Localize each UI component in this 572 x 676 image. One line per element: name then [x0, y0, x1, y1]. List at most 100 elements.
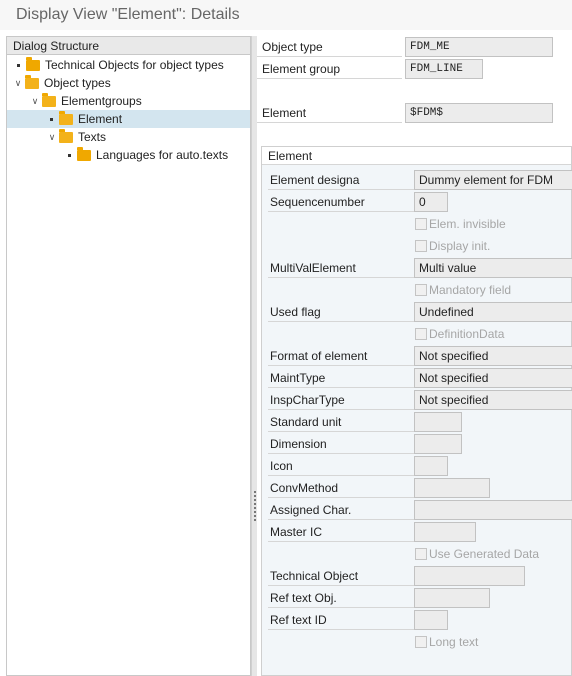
- bullet-icon: [68, 153, 71, 157]
- dimension-field[interactable]: [414, 434, 462, 454]
- multivalelement-dropdown[interactable]: Multi value: [414, 258, 572, 278]
- element-group-field[interactable]: FDM_LINE: [405, 59, 483, 79]
- folder-open-icon: [59, 128, 73, 143]
- mandatory-field-label: Mandatory field: [429, 283, 512, 297]
- ref-text-obj-row: Ref text Obj.: [262, 587, 572, 608]
- ref-text-id-label: Ref text ID: [268, 609, 414, 630]
- display-init-checkbox[interactable]: Display init.: [415, 239, 490, 253]
- mandatory-field-row: Mandatory field: [262, 279, 572, 300]
- element-field[interactable]: $FDM$: [405, 103, 553, 123]
- assigned-char-row: Assigned Char.: [262, 499, 572, 520]
- master-ic-row: Master IC: [262, 521, 572, 542]
- use-generated-data-checkbox[interactable]: Use Generated Data: [415, 547, 539, 561]
- chevron-down-icon[interactable]: ∨: [13, 78, 23, 89]
- technical-object-field[interactable]: [414, 566, 525, 586]
- use-generated-data-row: Use Generated Data: [262, 543, 572, 564]
- ref-text-obj-field[interactable]: [414, 588, 490, 608]
- use-generated-data-label: Use Generated Data: [429, 547, 540, 561]
- chevron-down-icon[interactable]: ∨: [47, 132, 57, 143]
- elem-invisible-checkbox[interactable]: Elem. invisible: [415, 217, 506, 231]
- format-of-element-dropdown[interactable]: Not specified: [414, 346, 572, 366]
- definitiondata-checkbox[interactable]: DefinitionData: [415, 327, 504, 341]
- format-of-element-label: Format of element: [268, 345, 414, 366]
- used-flag-row: Used flag Undefined: [262, 301, 572, 322]
- technical-object-row: Technical Object: [262, 565, 572, 586]
- checkbox-icon[interactable]: [415, 328, 427, 340]
- definitiondata-row: DefinitionData: [262, 323, 572, 344]
- assigned-char-field[interactable]: [414, 500, 572, 520]
- checkbox-icon[interactable]: [415, 240, 427, 252]
- definitiondata-label: DefinitionData: [429, 327, 505, 341]
- master-ic-field[interactable]: [414, 522, 476, 542]
- checkbox-icon[interactable]: [415, 284, 427, 296]
- element-group-row: Element group FDM_LINE: [257, 59, 572, 79]
- window-title: Display View "Element": Details: [16, 6, 240, 23]
- tree-item-label: Technical Objects for object types: [45, 58, 224, 72]
- inspchartype-row: InspCharType Not specified: [262, 389, 572, 410]
- dimension-label: Dimension: [268, 433, 414, 454]
- mainttype-dropdown[interactable]: Not specified: [414, 368, 572, 388]
- tree-item-object-types[interactable]: ∨ Object types: [7, 74, 250, 92]
- tree-item-languages[interactable]: Languages for auto.texts: [7, 146, 250, 164]
- element-designa-field[interactable]: Dummy element for FDM: [414, 170, 572, 190]
- dialog-structure-panel: Dialog Structure Technical Objects for o…: [6, 36, 251, 676]
- bullet-icon: [17, 63, 20, 67]
- used-flag-label: Used flag: [268, 301, 414, 322]
- tree-item-element[interactable]: Element: [7, 110, 250, 128]
- element-label: Element: [257, 103, 402, 123]
- icon-row: Icon: [262, 455, 572, 476]
- bullet-icon: [50, 117, 53, 121]
- mainttype-label: MaintType: [268, 367, 414, 388]
- dialog-structure-header: Dialog Structure: [7, 37, 250, 55]
- chevron-down-icon[interactable]: ∨: [30, 96, 40, 107]
- icon-field[interactable]: [414, 456, 448, 476]
- splitter-grip-icon[interactable]: [254, 491, 256, 523]
- inspchartype-label: InspCharType: [268, 389, 414, 410]
- long-text-checkbox[interactable]: Long text: [415, 635, 478, 649]
- elem-invisible-label: Elem. invisible: [429, 217, 506, 231]
- master-ic-label: Master IC: [268, 521, 414, 542]
- details-area: Object type FDM_ME Element group FDM_LIN…: [257, 36, 572, 676]
- tree-item-label: Element: [78, 112, 123, 126]
- inspchartype-dropdown[interactable]: Not specified: [414, 390, 572, 410]
- sequencenumber-field[interactable]: 0: [414, 192, 448, 212]
- folder-open-icon: [42, 92, 56, 107]
- element-designa-row: Element designa Dummy element for FDM: [262, 169, 572, 190]
- tree-item-elementgroups[interactable]: ∨ Elementgroups: [7, 92, 250, 110]
- element-row: Element $FDM$: [257, 103, 572, 123]
- folder-open-icon: [59, 110, 73, 125]
- group-title: Element: [262, 147, 571, 165]
- checkbox-icon[interactable]: [415, 636, 427, 648]
- dimension-row: Dimension: [262, 433, 572, 454]
- object-type-label: Object type: [257, 37, 402, 57]
- folder-icon: [77, 146, 91, 161]
- convmethod-row: ConvMethod: [262, 477, 572, 498]
- convmethod-label: ConvMethod: [268, 477, 414, 498]
- object-type-row: Object type FDM_ME: [257, 37, 572, 57]
- tree-item-label: Texts: [78, 130, 107, 144]
- icon-label: Icon: [268, 455, 414, 476]
- mandatory-field-checkbox[interactable]: Mandatory field: [415, 283, 511, 297]
- convmethod-field[interactable]: [414, 478, 490, 498]
- tree-item-technical-objects[interactable]: Technical Objects for object types: [7, 56, 250, 74]
- element-designa-label: Element designa: [268, 169, 414, 190]
- checkbox-icon[interactable]: [415, 548, 427, 560]
- ref-text-id-row: Ref text ID: [262, 609, 572, 630]
- sequencenumber-row: Sequencenumber 0: [262, 191, 572, 212]
- object-type-field[interactable]: FDM_ME: [405, 37, 553, 57]
- folder-open-icon: [25, 74, 39, 89]
- technical-object-label: Technical Object: [268, 565, 414, 586]
- tree-item-label: Elementgroups: [61, 94, 142, 108]
- tree-item-label: Languages for auto.texts: [96, 148, 229, 162]
- display-init-label: Display init.: [429, 239, 491, 253]
- format-of-element-row: Format of element Not specified: [262, 345, 572, 366]
- folder-icon: [26, 56, 40, 71]
- sequencenumber-label: Sequencenumber: [268, 191, 414, 212]
- used-flag-dropdown[interactable]: Undefined: [414, 302, 572, 322]
- ref-text-id-field[interactable]: [414, 610, 448, 630]
- ref-text-obj-label: Ref text Obj.: [268, 587, 414, 608]
- tree-item-texts[interactable]: ∨ Texts: [7, 128, 250, 146]
- element-group-label: Element group: [257, 59, 402, 79]
- checkbox-icon[interactable]: [415, 218, 427, 230]
- standard-unit-field[interactable]: [414, 412, 462, 432]
